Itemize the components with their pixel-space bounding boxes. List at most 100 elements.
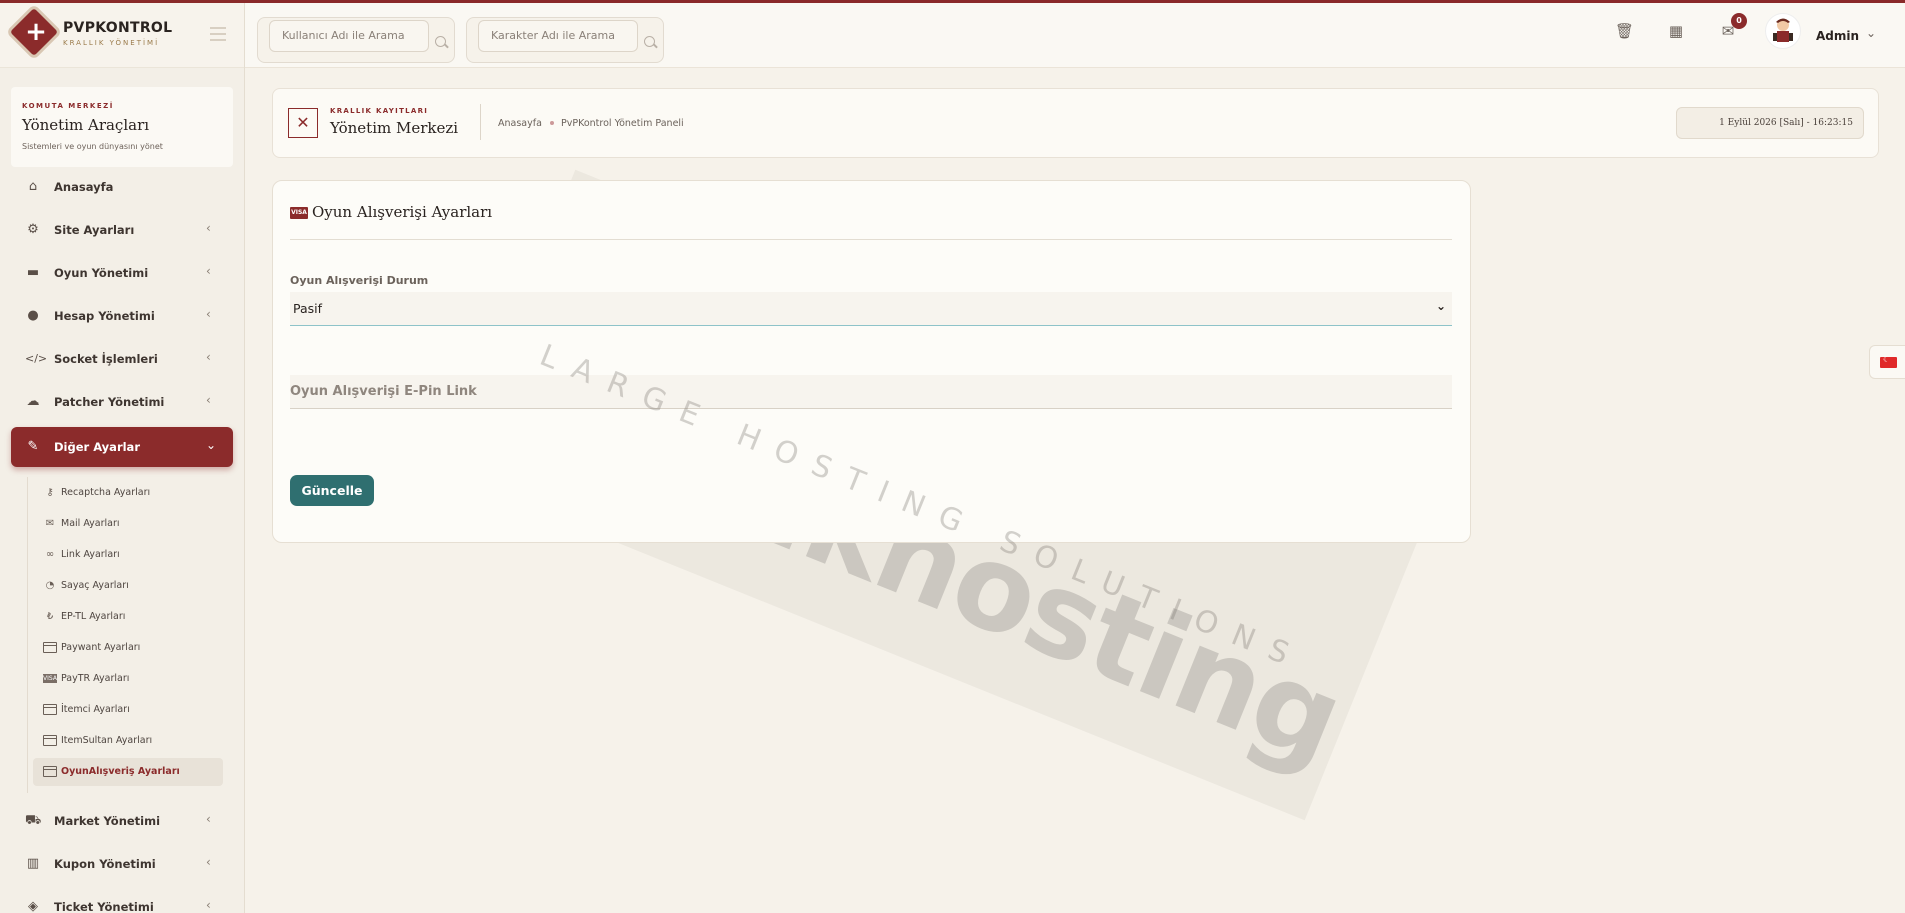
breadcrumb-separator	[550, 121, 554, 125]
gamepad-icon: ▬	[26, 265, 40, 280]
character-search-input[interactable]: Karakter Adı ile Arama	[478, 20, 638, 52]
submenu-item-paytr[interactable]: VISA PayTR Ayarları	[33, 665, 223, 693]
brand-subtitle: KRALLIK YÖNETİMİ	[63, 39, 160, 47]
chevron-left-icon: ‹	[206, 264, 211, 278]
sidebar-item-label: Socket İşlemleri	[54, 352, 158, 366]
coin-icon: ₺	[46, 611, 54, 622]
user-search-input[interactable]: Kullanıcı Adı ile Arama	[269, 20, 429, 52]
breadcrumb-home[interactable]: Anasayfa	[498, 118, 542, 129]
sidebar-item-label: Patcher Yönetimi	[54, 395, 165, 409]
calendar-icon[interactable]: ▦	[1667, 22, 1685, 40]
chevron-left-icon: ‹	[206, 393, 211, 407]
chevron-left-icon: ‹	[206, 855, 211, 869]
submenu-item-label: PayTR Ayarları	[61, 673, 130, 684]
header-kicker: KRALLIK KAYITLARI	[330, 107, 429, 115]
sidebar-item-patcher-yonetimi[interactable]: ☁ Patcher Yönetimi ‹	[11, 382, 233, 422]
admin-name[interactable]: Admin	[1816, 29, 1859, 43]
logo-plus-icon: +	[25, 17, 47, 47]
avatar[interactable]	[1765, 13, 1801, 49]
breadcrumb-current: PvPKontrol Yönetim Paneli	[561, 118, 684, 129]
link-icon: ∞	[45, 549, 55, 560]
submenu-item-sayac[interactable]: ◔ Sayaç Ayarları	[33, 572, 223, 600]
visa-card-icon: VISA	[43, 674, 57, 683]
sidebar-item-oyun-yonetimi[interactable]: ▬ Oyun Yönetimi ‹	[11, 253, 233, 293]
ticket-icon: ◈	[28, 899, 38, 913]
close-icon[interactable]: ✕	[288, 108, 318, 138]
turkey-flag-icon	[1880, 355, 1897, 368]
submenu-item-paywant[interactable]: Paywant Ayarları	[33, 634, 223, 662]
credit-card-icon	[43, 704, 57, 715]
card-title: Oyun Alışverişi Ayarları	[312, 203, 493, 221]
gear-icon: ⚙	[27, 222, 39, 237]
visa-card-icon: VISA	[290, 207, 308, 219]
home-icon: ⌂	[28, 179, 38, 194]
sidebar-item-label: Kupon Yönetimi	[54, 857, 156, 871]
submenu-diger-ayarlar: ⚷ Recaptcha Ayarları ✉ Mail Ayarları ∞ L…	[27, 477, 230, 793]
header-divider	[480, 104, 481, 140]
submenu-item-label: Sayaç Ayarları	[61, 580, 129, 591]
submenu-item-mail[interactable]: ✉ Mail Ayarları	[33, 510, 223, 538]
submenu-item-recaptcha[interactable]: ⚷ Recaptcha Ayarları	[33, 479, 223, 507]
sidebar-item-kupon-yonetimi[interactable]: ▥ Kupon Yönetimi ‹	[11, 844, 233, 884]
submenu-item-link[interactable]: ∞ Link Ayarları	[33, 541, 223, 569]
datetime-display: 1 Eylül 2026 [Salı] - 16:23:15	[1676, 107, 1864, 139]
credit-card-icon	[43, 766, 57, 777]
update-button[interactable]: Güncelle	[290, 475, 374, 506]
submenu-item-label: İtemci Ayarları	[61, 704, 130, 715]
wrench-icon: ✎	[27, 439, 39, 454]
brand-logo[interactable]: + PVPKONTROL KRALLIK YÖNETİMİ	[0, 3, 244, 68]
top-bar: Kullanıcı Adı ile Arama Karakter Adı ile…	[245, 3, 1905, 68]
section-description: Sistemleri ve oyun dünyasını yönet	[22, 142, 163, 151]
submenu-item-label: Recaptcha Ayarları	[61, 487, 151, 498]
sidebar-item-anasayfa[interactable]: ⌂ Anasayfa	[11, 167, 233, 207]
submenu-item-itemci[interactable]: İtemci Ayarları	[33, 696, 223, 724]
character-search-box: Karakter Adı ile Arama	[466, 17, 664, 63]
sidebar-item-socket-islemleri[interactable]: </> Socket İşlemleri ‹	[11, 339, 233, 379]
barcode-icon: ▥	[26, 856, 40, 871]
sidebar-item-label: Site Ayarları	[54, 223, 135, 237]
cart-icon: ⛟	[25, 813, 42, 828]
card-divider	[290, 239, 1452, 240]
sidebar-item-diger-ayarlar[interactable]: ✎ Diğer Ayarlar ⌄	[11, 427, 233, 467]
chevron-down-icon: ⌄	[1435, 299, 1446, 313]
epin-link-placeholder: Oyun Alışverişi E-Pin Link	[290, 384, 477, 399]
sidebar-item-ticket-yonetimi[interactable]: ◈ Ticket Yönetimi ‹	[11, 887, 233, 913]
sidebar-item-label: Market Yönetimi	[54, 814, 161, 828]
submenu-item-label: Paywant Ayarları	[61, 642, 141, 653]
gauge-icon: ◔	[45, 580, 55, 591]
menu-toggle-icon[interactable]	[210, 27, 226, 41]
envelope-icon: ✉	[45, 518, 55, 529]
status-label: Oyun Alışverişi Durum	[290, 274, 429, 287]
credit-card-icon	[43, 642, 57, 653]
chevron-down-icon[interactable]: ⌄	[1866, 26, 1876, 40]
sidebar: + PVPKONTROL KRALLIK YÖNETİMİ KOMUTA MER…	[0, 3, 245, 913]
sidebar-item-label: Hesap Yönetimi	[54, 309, 155, 323]
submenu-item-ep-tl[interactable]: ₺ EP-TL Ayarları	[33, 603, 223, 631]
chevron-left-icon: ‹	[206, 221, 211, 235]
cloud-icon: ☁	[26, 394, 40, 409]
search-icon[interactable]	[435, 36, 446, 47]
sidebar-item-market-yonetimi[interactable]: ⛟ Market Yönetimi ‹	[11, 801, 233, 841]
submenu-item-label: ItemSultan Ayarları	[61, 735, 153, 746]
chevron-left-icon: ‹	[206, 307, 211, 321]
page-title: Yönetim Merkezi	[330, 119, 459, 137]
submenu-item-itemsultan[interactable]: ItemSultan Ayarları	[33, 727, 223, 755]
command-center-card: KOMUTA MERKEZİ Yönetim Araçları Sistemle…	[11, 87, 233, 167]
language-switcher[interactable]	[1869, 345, 1905, 379]
page-header: ✕ KRALLIK KAYITLARI Yönetim Merkezi Anas…	[272, 88, 1879, 158]
submenu-item-oyunalisveris[interactable]: OyunAlışveriş Ayarları	[33, 758, 223, 786]
sidebar-item-site-ayarlari[interactable]: ⚙ Site Ayarları ‹	[11, 210, 233, 250]
epin-link-input[interactable]: Oyun Alışverişi E-Pin Link	[290, 375, 1452, 409]
sidebar-item-hesap-yonetimi[interactable]: ● Hesap Yönetimi ‹	[11, 296, 233, 336]
chevron-left-icon: ‹	[206, 898, 211, 912]
sidebar-item-label: Anasayfa	[54, 180, 114, 194]
key-icon: ⚷	[46, 487, 54, 498]
search-icon[interactable]	[644, 36, 655, 47]
status-select-value: Pasif	[293, 301, 323, 316]
trash-icon[interactable]: 🗑	[1615, 22, 1634, 40]
sidebar-item-label: Diğer Ayarlar	[54, 440, 140, 454]
status-select[interactable]: Pasif ⌄	[290, 292, 1452, 326]
chevron-down-icon: ⌄	[206, 438, 217, 452]
user-search-box: Kullanıcı Adı ile Arama	[257, 17, 455, 63]
chevron-left-icon: ‹	[206, 812, 211, 826]
